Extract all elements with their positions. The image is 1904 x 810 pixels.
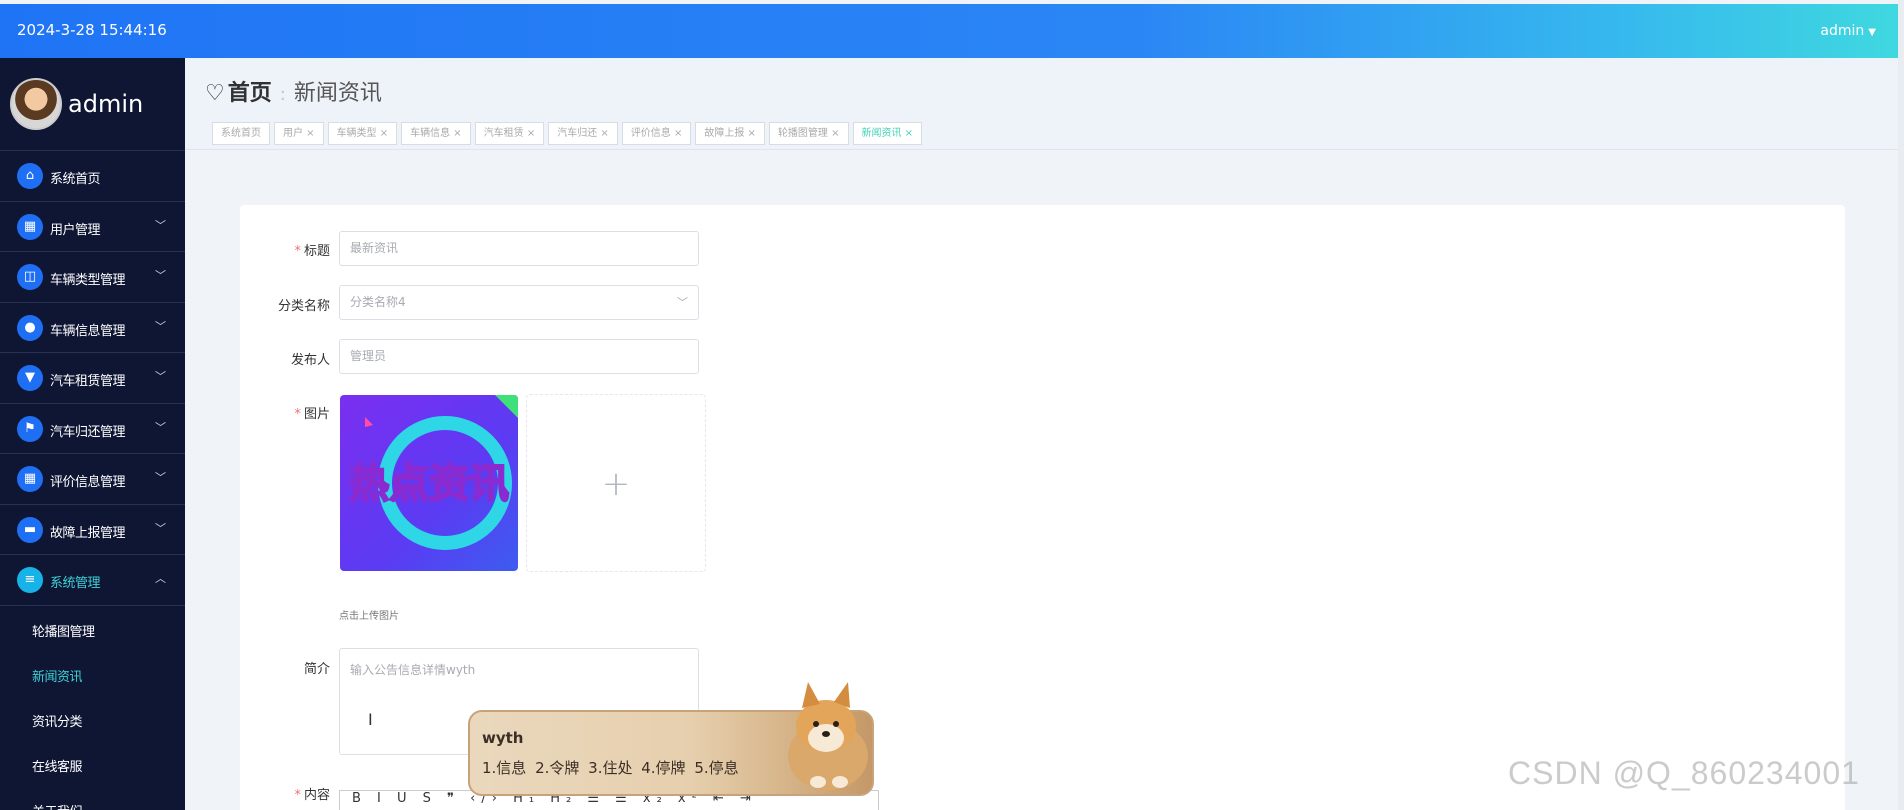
category-select[interactable]: 分类名称4 ﹀ <box>339 285 699 320</box>
publisher-input[interactable]: 管理员 <box>339 339 699 374</box>
watermark: CSDN @Q_860234001 <box>1508 755 1860 791</box>
sidebar-item[interactable]: ▼ 汽车租赁管理 ﹀ <box>0 353 185 404</box>
uploaded-image[interactable]: 热点资讯 <box>340 395 518 571</box>
avatar <box>10 78 62 130</box>
image-text: 热点资讯 <box>349 461 509 507</box>
tag-tab[interactable]: 车辆类型 × <box>327 122 398 145</box>
chevron-up-icon: ︿ <box>155 572 166 585</box>
publisher-label: 发布人 <box>290 353 330 368</box>
chart-icon: ◫ <box>17 264 43 290</box>
chevron-down-icon: ﹀ <box>155 521 166 535</box>
datetime-display: 2024-3-28 15:44:16 <box>17 21 167 39</box>
sidebar-item-label: 评价信息管理 <box>50 475 126 490</box>
sidebar-item[interactable]: ▦ 用户管理 ﹀ <box>0 202 185 252</box>
profile-name: admin <box>68 90 144 118</box>
sidebar-item-label: 故障上报管理 <box>50 525 126 541</box>
sidebar-item-label: 用户管理 <box>50 222 101 238</box>
sidebar-item-label: 车辆类型管理 <box>50 273 126 288</box>
sidebar-subitem[interactable]: 轮播图管理 <box>0 606 185 651</box>
grid-icon: ▦ <box>17 213 43 240</box>
category-label: 分类名称 <box>277 299 330 314</box>
top-header: 2024-3-28 15:44:16 admin ▼ <box>0 4 1898 58</box>
breadcrumb: ♡ 首页: 新闻资讯 <box>205 75 382 107</box>
heart-icon: ♡ <box>205 81 225 106</box>
ime-typed-text: wyth <box>482 729 524 747</box>
profile: admin <box>0 58 185 151</box>
sidebar-item[interactable]: ● 车辆信息管理 ﹀ <box>0 303 185 353</box>
title-label: * 标题 <box>294 244 330 259</box>
tag-tab[interactable]: 用户 × <box>274 122 324 145</box>
home-icon: ⌂ <box>17 163 43 189</box>
sidebar-item-label: 系统管理 <box>50 576 101 591</box>
sidebar-item[interactable]: ▦ 评价信息管理 ﹀ <box>0 454 185 505</box>
briefcase-icon: ▬ <box>17 516 43 543</box>
sidebar-item[interactable]: ≡ 系统管理 ︿ <box>0 555 185 606</box>
sidebar-item[interactable]: ⚑ 汽车归还管理 ﹀ <box>0 404 185 454</box>
sidebar-subitem[interactable]: 资讯分类 <box>0 696 185 741</box>
window-edge <box>1898 0 1904 810</box>
chevron-down-icon: ﹀ <box>155 420 166 434</box>
sidebar-subitem-label: 新闻资讯 <box>32 669 83 685</box>
sidebar-item[interactable]: ⌂ 系统首页 <box>0 151 185 202</box>
text-cursor-icon: I <box>368 710 373 729</box>
tag-tab[interactable]: 系统首页 <box>212 122 270 145</box>
chevron-down-icon: ﹀ <box>677 296 688 309</box>
tag-tab[interactable]: 故障上报 × <box>695 122 765 145</box>
sidebar-menu: ⌂ 系统首页 ▦ 用户管理 ﹀ ◫ 车辆类型管理 ﹀ ● 车辆信息管理 ﹀ ▼ 汽车租赁管理 ﹀ ⚑ 汽车归还… <box>0 151 185 606</box>
intro-label: 简介 <box>303 662 330 677</box>
category-value: 分类名称4 <box>350 295 406 309</box>
chevron-down-icon: ﹀ <box>155 471 166 484</box>
hot-news-thumbnail: 热点资讯 <box>340 395 518 571</box>
tag-tab[interactable]: 轮播图管理 × <box>768 122 849 145</box>
main-header: ♡ 首页: 新闻资讯 系统首页 用户 × 车辆类型 × 车辆信息 × 汽车租赁 × 汽车归还 … <box>185 58 1898 150</box>
tag-tab[interactable]: 新闻资讯 × <box>852 122 923 145</box>
sidebar-item-label: 车辆信息管理 <box>50 323 126 339</box>
breadcrumb-current: 新闻资讯 <box>293 81 382 106</box>
plus-icon: + <box>601 464 631 504</box>
sidebar-subitem-label: 资讯分类 <box>32 714 83 730</box>
user-menu[interactable]: admin ▼ <box>1820 23 1876 39</box>
upload-hint: 点击上传图片 <box>339 611 399 622</box>
sidebar: admin ⌂ 系统首页 ▦ 用户管理 ﹀ ◫ 车辆类型管理 ﹀ ● 车辆信息管理 ﹀ ▼ 汽车租赁管理… <box>0 58 185 810</box>
chevron-down-icon: ﹀ <box>155 218 166 232</box>
document-icon: ≡ <box>17 567 43 593</box>
chevron-down-icon: ﹀ <box>155 319 166 333</box>
breadcrumb-home[interactable]: 首页 <box>228 81 272 106</box>
sidebar-subitem-label: 在线客服 <box>32 759 83 775</box>
content-label: * 内容 <box>294 788 330 803</box>
sidebar-item-label: 系统首页 <box>50 172 101 187</box>
flag-icon: ⚑ <box>17 415 43 442</box>
sidebar-item[interactable]: ▬ 故障上报管理 ﹀ <box>0 505 185 555</box>
ime-candidates[interactable]: 1.信息 2.令牌 3.住处 4.停牌 5.停息 <box>482 757 739 778</box>
sidebar-subitem-label: 关于我们 <box>32 801 83 810</box>
tag-tab[interactable]: 汽车租赁 × <box>474 122 545 145</box>
sidebar-item[interactable]: ◫ 车辆类型管理 ﹀ <box>0 252 185 303</box>
image-uploader[interactable]: + <box>526 394 706 572</box>
sidebar-submenu: 轮播图管理新闻资讯资讯分类在线客服关于我们 <box>0 606 185 810</box>
sidebar-subitem[interactable]: 新闻资讯 <box>0 651 185 696</box>
sidebar-subitem-label: 轮播图管理 <box>32 624 95 640</box>
tag-tab[interactable]: 汽车归还 × <box>548 122 618 145</box>
sidebar-item-label: 汽车租赁管理 <box>50 374 126 389</box>
breadcrumb-separator: : <box>279 84 286 105</box>
cup-icon: ▼ <box>17 365 43 391</box>
grid-icon: ▦ <box>17 466 43 492</box>
location-icon: ● <box>17 314 43 341</box>
caret-down-icon: ▼ <box>1868 27 1876 38</box>
tag-tab[interactable]: 车辆信息 × <box>401 122 471 145</box>
user-name: admin <box>1820 23 1865 39</box>
image-label: * 图片 <box>294 407 330 422</box>
chevron-down-icon: ﹀ <box>155 269 166 282</box>
tag-bar: 系统首页 用户 × 车辆类型 × 车辆信息 × 汽车租赁 × 汽车归还 × 评价信息 × 故障… <box>212 122 923 145</box>
sidebar-subitem[interactable]: 关于我们 <box>0 786 185 810</box>
sidebar-subitem[interactable]: 在线客服 <box>0 741 185 786</box>
tag-tab[interactable]: 评价信息 × <box>621 122 692 145</box>
title-input[interactable]: 最新资讯 <box>339 231 699 266</box>
shiba-dog-icon <box>788 682 868 790</box>
chevron-down-icon: ﹀ <box>155 370 166 383</box>
sidebar-item-label: 汽车归还管理 <box>50 424 126 440</box>
